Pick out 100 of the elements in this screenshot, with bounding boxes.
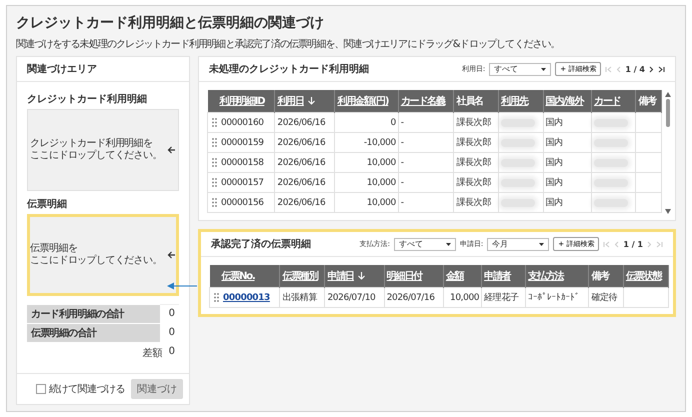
page-indicator: 1 / 4 [625, 64, 645, 74]
column-header[interactable]: 申請者 [482, 265, 526, 288]
table-cell: - [400, 138, 404, 148]
table-cell: 確定待 [591, 293, 618, 303]
arrow-left-icon [166, 251, 176, 259]
page-indicator: 1 / 1 [623, 240, 643, 248]
page-title: クレジットカード利用明細と伝票明細の関連づけ [16, 14, 325, 32]
table-cell: 2026/07/16 [386, 292, 435, 302]
section-label: 伝票明細 [27, 198, 68, 211]
redacted-text [501, 198, 536, 206]
table-cell: 2026/07/10 [327, 292, 376, 302]
redacted-text [594, 158, 628, 166]
checkbox-label[interactable]: 続けて関連づける [49, 382, 125, 396]
table-cell: 00000156 [221, 198, 264, 208]
column-header: 備考 [588, 265, 624, 288]
total-value: 0 [160, 323, 179, 342]
redacted-text [501, 158, 536, 166]
redacted-text [501, 178, 536, 186]
column-header[interactable]: 金額 [443, 265, 482, 288]
column-header[interactable]: カード [591, 90, 636, 112]
table-cell: 課長次郎 [456, 118, 491, 128]
last-page-icon[interactable] [658, 66, 665, 72]
drag-handle-icon[interactable] [212, 138, 217, 147]
filter-select[interactable]: すべて [394, 238, 456, 250]
table-cell: 00000159 [221, 138, 264, 148]
drag-handle-icon[interactable] [212, 198, 217, 207]
table-cell: 国内 [546, 158, 563, 168]
section-label: クレジットカード利用明細 [27, 92, 148, 106]
table-cell: -10,000 [364, 138, 396, 148]
dropdown-icon [541, 68, 546, 70]
column-header[interactable]: 国内/海外 [543, 90, 592, 112]
table-cell: 00000158 [221, 158, 264, 168]
table-cell: 0 [390, 118, 396, 128]
scroll-down-icon[interactable] [664, 209, 670, 214]
sort-down-icon [358, 272, 365, 280]
table-cell: 10,000 [366, 158, 396, 168]
drag-handle-icon[interactable] [212, 158, 217, 167]
table-cell: 課長次郎 [456, 198, 491, 208]
drag-handle-icon[interactable] [214, 293, 219, 302]
drop-zone[interactable]: 伝票明細を ここにドロップしてください。 [27, 214, 179, 296]
dropdown-icon [446, 242, 451, 246]
filter-select[interactable]: 今月 [487, 238, 550, 250]
total-label: 伝票明細の合計 [27, 323, 160, 342]
drag-handle-icon[interactable] [212, 178, 217, 187]
column-header[interactable]: カード名義 [398, 90, 454, 112]
redacted-text [501, 118, 536, 126]
table-cell: 10,000 [450, 292, 480, 302]
drop-hint: 伝票明細を ここにドロップしてください。 [30, 243, 162, 267]
table-cell: 2026/06/16 [277, 178, 326, 188]
redacted-text [594, 118, 628, 126]
total-label: カード利用明細の合計 [27, 304, 160, 323]
table-cell: ｺｰﾎﾟﾚｰﾄｶｰﾄﾞ [528, 293, 580, 303]
panel-title: 関連づけエリア [27, 62, 97, 76]
next-page-icon[interactable] [649, 66, 654, 72]
table-cell: 国内 [546, 138, 563, 148]
table-cell: - [400, 158, 404, 168]
table-cell: 2026/06/16 [277, 138, 326, 148]
table-cell: 2026/06/16 [277, 198, 326, 208]
checkbox[interactable] [36, 384, 46, 394]
drop-hint: クレジットカード利用明細を ここにドロップしてください。 [30, 138, 162, 162]
column-header[interactable]: 伝票状態 [623, 265, 668, 288]
redacted-text [594, 178, 628, 186]
table-cell: 課長次郎 [456, 178, 491, 188]
column-header: 備考 [636, 90, 662, 112]
table-cell: 2026/06/16 [277, 118, 326, 128]
table-cell: 国内 [546, 198, 563, 208]
difference-value: 0 [168, 346, 175, 358]
column-header[interactable]: 利用日 [274, 90, 335, 112]
column-header[interactable]: 利用明細ID [208, 90, 275, 112]
table-cell: 出張精算 [282, 293, 317, 303]
drag-handle-icon[interactable] [212, 118, 217, 127]
table-cell: 国内 [546, 118, 563, 128]
table-cell: 課長次郎 [456, 138, 491, 148]
column-header: 社員名 [454, 90, 499, 112]
table-cell: 課長次郎 [456, 158, 491, 168]
column-header[interactable]: 明細日付 [384, 265, 444, 288]
dropdown-icon [539, 242, 544, 246]
table-cell: - [400, 118, 404, 128]
table-cell: - [400, 198, 404, 208]
table-cell: 10,000 [366, 178, 396, 188]
scroll-up-icon[interactable] [664, 92, 670, 97]
panel-title: 未処理のクレジットカード利用明細 [209, 62, 369, 76]
column-header[interactable]: 利用先 [498, 90, 544, 112]
column-header[interactable]: 伝票種別 [280, 265, 325, 288]
column-header[interactable]: 申請日 [324, 265, 384, 288]
arrow-left-icon [166, 146, 176, 154]
redacted-text [501, 138, 536, 146]
filter-select[interactable]: すべて [489, 62, 552, 76]
table-cell: 00000160 [221, 118, 264, 128]
drop-zone[interactable]: クレジットカード利用明細を ここにドロップしてください。 [27, 109, 179, 191]
column-header[interactable]: 伝票No. [210, 265, 280, 288]
column-header[interactable]: 利用金額(円) [334, 90, 398, 112]
table-cell: 00000157 [221, 178, 264, 188]
redacted-text [594, 198, 628, 206]
scrollbar-thumb[interactable] [666, 99, 670, 127]
table-cell: 国内 [546, 178, 563, 188]
column-header[interactable]: 支払方法 [526, 265, 589, 288]
instruction-text: 関連づけをする未処理のクレジットカード利用明細と承認完了済の伝票明細を、関連づけエリアにドラッグ&ドロップしてください。 [16, 38, 561, 51]
sort-down-icon [308, 97, 315, 105]
total-value: 0 [160, 304, 179, 323]
